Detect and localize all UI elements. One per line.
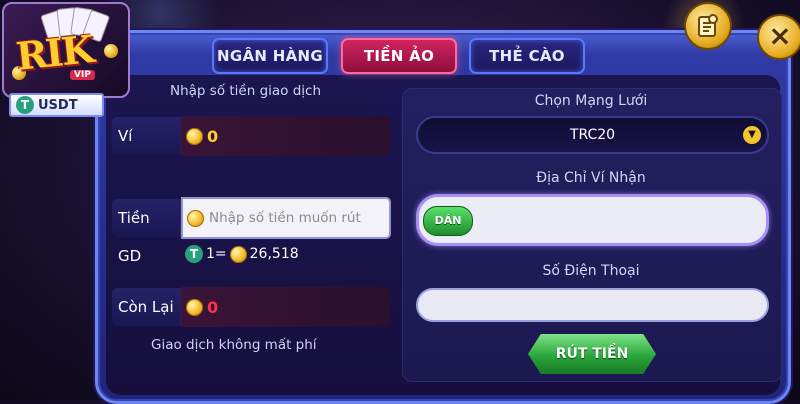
rate-value: 26,518 [249, 246, 299, 262]
history-icon [698, 14, 718, 37]
logo-vip-badge: VIP [70, 70, 95, 80]
network-caption: Chọn Mạng Lưới [534, 93, 648, 109]
amount-input[interactable] [207, 209, 389, 227]
exchange-rate: T 1= 26,518 [185, 245, 299, 263]
amount-caption: Nhập số tiền giao dịch [170, 83, 322, 99]
currency-label: USDT [38, 97, 78, 113]
remaining-label: Còn Lại [112, 288, 182, 326]
rate-lhs: 1= [206, 246, 227, 262]
withdraw-button[interactable]: RÚT TIỀN [528, 334, 656, 374]
wallet-balance-field: 0 [181, 116, 391, 156]
remaining-field: 0 [181, 287, 391, 327]
fee-note: Giao dịch không mất phí [151, 337, 317, 353]
tab-crypto[interactable]: TIỀN ẢO [341, 38, 457, 74]
history-button[interactable] [684, 2, 732, 50]
coin-icon [186, 127, 203, 145]
tether-icon: T [185, 245, 203, 263]
coin-icon [229, 245, 247, 263]
tab-bank[interactable]: NGÂN HÀNG [212, 38, 328, 74]
remaining-value: 0 [207, 297, 219, 317]
amount-field[interactable] [181, 197, 391, 239]
tether-icon: T [16, 96, 34, 114]
close-icon: × [768, 19, 792, 52]
close-button[interactable]: × [757, 14, 800, 60]
chevron-down-icon[interactable]: ▼ [743, 126, 761, 144]
network-select[interactable]: TRC20 ▼ [416, 116, 769, 154]
coin-icon [186, 298, 203, 316]
wallet-label: Ví [112, 117, 182, 155]
phone-caption: Số Điện Thoại [542, 263, 640, 279]
amount-label: Tiền GD [112, 199, 182, 265]
network-selected-value: TRC20 [569, 127, 616, 143]
paste-button[interactable]: DÁN [423, 206, 473, 236]
tab-card[interactable]: THẺ CÀO [469, 38, 585, 74]
rik-logo: RIK VIP [2, 2, 130, 98]
phone-input[interactable] [416, 288, 769, 322]
address-caption: Địa Chỉ Ví Nhận [536, 170, 646, 186]
currency-badge[interactable]: T USDT [9, 93, 104, 117]
wallet-address-input[interactable]: DÁN [416, 194, 769, 246]
coin-icon [187, 209, 204, 227]
wallet-balance-value: 0 [207, 126, 219, 146]
